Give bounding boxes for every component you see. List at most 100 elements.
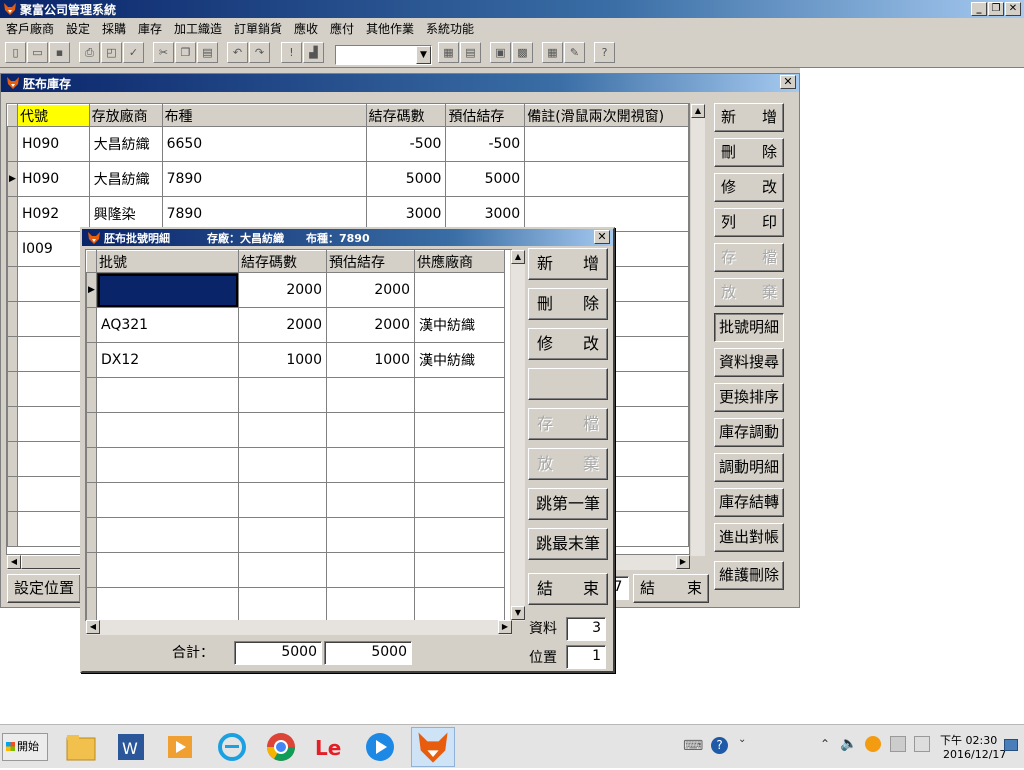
cell-lot[interactable]: DX12 — [96, 342, 239, 378]
column-header-lot[interactable]: 批號 — [96, 250, 239, 273]
clock-time[interactable]: 下午 02:30 — [940, 732, 997, 748]
start-button[interactable]: 開始 — [2, 733, 48, 761]
cell-supplier[interactable]: 漢中紡織 — [414, 307, 505, 343]
cell-balance[interactable]: 5000 — [365, 161, 447, 197]
table-row[interactable] — [86, 412, 505, 448]
open-folder-icon[interactable]: ▭ — [27, 42, 48, 63]
scroll-left-icon[interactable]: ◀ — [86, 620, 100, 634]
restore-button[interactable]: ❐ — [988, 2, 1004, 16]
print-preview-icon[interactable]: ◰ — [101, 42, 122, 63]
column-header-balance[interactable]: 結存碼數 — [238, 250, 327, 273]
save-disk-icon[interactable]: ▪ — [49, 42, 70, 63]
lot-delete-button[interactable]: 刪除 — [528, 288, 608, 320]
cell-code[interactable]: H090 — [16, 126, 90, 162]
lot-discard-button[interactable]: 放棄 — [528, 448, 608, 480]
menu-customers-vendors[interactable]: 客戶廠商 — [6, 20, 54, 37]
end-button[interactable]: 結束 — [633, 574, 709, 603]
table-row[interactable] — [86, 447, 505, 483]
report-icon[interactable]: ▤ — [460, 42, 481, 63]
table-row[interactable] — [86, 587, 505, 620]
lot-vertical-scrollbar[interactable]: ▲ ▼ — [510, 250, 525, 621]
lot-modify-button[interactable]: 修改 — [528, 328, 608, 360]
redo-icon[interactable]: ↷ — [249, 42, 270, 63]
save-button[interactable]: 存檔 — [714, 243, 784, 272]
column-header-vendor[interactable]: 存放廠商 — [88, 104, 163, 127]
clock-date[interactable]: 2016/12/17 — [943, 748, 1006, 761]
le-app-icon[interactable]: Le — [313, 730, 347, 764]
lot-grid[interactable]: 批號 結存碼數 預估結存 供應廠商 ▶ 2000 2000 AQ321 2000… — [85, 249, 512, 621]
chrome-icon[interactable] — [264, 730, 298, 764]
lot-horizontal-scrollbar[interactable]: ◀ ▶ — [86, 620, 512, 635]
cell-estimate[interactable]: 5000 — [445, 161, 526, 197]
cell-vendor[interactable]: 大昌紡織 — [88, 161, 163, 197]
cell-note[interactable] — [524, 161, 689, 197]
cell-lot[interactable]: AQ321 — [96, 307, 239, 343]
scroll-thumb[interactable] — [21, 555, 81, 569]
cell-code[interactable]: I009 — [16, 231, 90, 267]
change-sort-button[interactable]: 更換排序 — [714, 383, 784, 412]
help-icon[interactable]: ? — [594, 42, 615, 63]
cell-note[interactable] — [524, 126, 689, 162]
flag-icon[interactable] — [914, 736, 930, 752]
add-button[interactable]: 新增 — [714, 103, 784, 132]
cell-supplier[interactable]: 漢中紡織 — [414, 342, 505, 378]
scroll-up-icon[interactable]: ▲ — [511, 250, 525, 264]
cell-code[interactable]: H090 — [16, 161, 90, 197]
scroll-up-icon[interactable]: ▲ — [691, 104, 705, 118]
table-row[interactable]: H090 大昌紡織 6650 -500 -500 — [7, 126, 689, 162]
delete-button[interactable]: 刪除 — [714, 138, 784, 167]
cell-balance[interactable]: 1000 — [238, 342, 327, 378]
chart-edit-icon[interactable]: ▟ — [303, 42, 324, 63]
table-row[interactable] — [86, 552, 505, 588]
table-row[interactable]: ▶ H090 大昌紡織 7890 5000 5000 — [7, 161, 689, 197]
menu-orders-sales[interactable]: 訂單銷貨 — [234, 20, 282, 37]
network-icon[interactable] — [890, 736, 906, 752]
scroll-down-icon[interactable]: ▼ — [511, 606, 525, 620]
fox-app-icon[interactable] — [411, 727, 455, 767]
volume-icon[interactable]: 🔈 — [840, 736, 857, 752]
exclamation-icon[interactable]: ! — [281, 42, 302, 63]
search-data-button[interactable]: 資料搜尋 — [714, 348, 784, 377]
toolbar-combo-box[interactable]: ▼ — [335, 45, 432, 65]
maintenance-delete-button[interactable]: 維護刪除 — [714, 561, 784, 590]
transfer-details-button[interactable]: 調動明細 — [714, 453, 784, 482]
media-player-icon[interactable] — [163, 730, 197, 764]
table-row[interactable] — [86, 377, 505, 413]
table-row[interactable] — [86, 517, 505, 553]
lot-add-button[interactable]: 新增 — [528, 248, 608, 280]
notification-icon[interactable] — [1004, 739, 1018, 751]
stock-vertical-scrollbar[interactable]: ▲ — [690, 104, 705, 556]
column-header-code[interactable]: 代號 — [16, 104, 90, 127]
new-file-icon[interactable]: ▯ — [5, 42, 26, 63]
copy-icon[interactable]: ❐ — [175, 42, 196, 63]
cell-fabric[interactable]: 6650 — [161, 126, 367, 162]
toolbox-icon[interactable]: ▣ — [490, 42, 511, 63]
close-app-button[interactable]: ✕ — [1005, 2, 1021, 16]
cell-balance[interactable]: -500 — [365, 126, 447, 162]
print-button[interactable]: 列印 — [714, 208, 784, 237]
cell-estimate[interactable]: 2000 — [326, 307, 415, 343]
last-record-button[interactable]: 跳最末筆 — [528, 528, 608, 560]
column-header-balance[interactable]: 結存碼數 — [365, 104, 447, 127]
menu-processing[interactable]: 加工織造 — [174, 20, 222, 37]
cell-code[interactable]: H092 — [16, 196, 90, 232]
options-icon[interactable]: ⌄ — [738, 734, 746, 745]
menu-other-operations[interactable]: 其他作業 — [366, 20, 414, 37]
table-row[interactable]: ▶ 2000 2000 — [86, 272, 505, 308]
menu-settings[interactable]: 設定 — [66, 20, 90, 37]
first-record-button[interactable]: 跳第一筆 — [528, 488, 608, 520]
cell-estimate[interactable]: -500 — [445, 126, 526, 162]
stock-carryover-button[interactable]: 庫存結轉 — [714, 488, 784, 517]
cut-icon[interactable]: ✂ — [153, 42, 174, 63]
scroll-right-icon[interactable]: ▶ — [676, 555, 690, 569]
lot-save-button[interactable]: 存檔 — [528, 408, 608, 440]
menu-system-functions[interactable]: 系統功能 — [426, 20, 474, 37]
close-icon[interactable]: ✕ — [780, 75, 796, 89]
spell-check-icon[interactable]: ✓ — [123, 42, 144, 63]
modify-button[interactable]: 修改 — [714, 173, 784, 202]
column-header-note[interactable]: 備註(滑鼠兩次開視窗) — [524, 104, 689, 127]
paste-icon[interactable]: ▤ — [197, 42, 218, 63]
reconcile-button[interactable]: 進出對帳 — [714, 523, 784, 552]
column-header-estimate[interactable]: 預估結存 — [326, 250, 415, 273]
file-explorer-icon[interactable] — [64, 730, 98, 764]
